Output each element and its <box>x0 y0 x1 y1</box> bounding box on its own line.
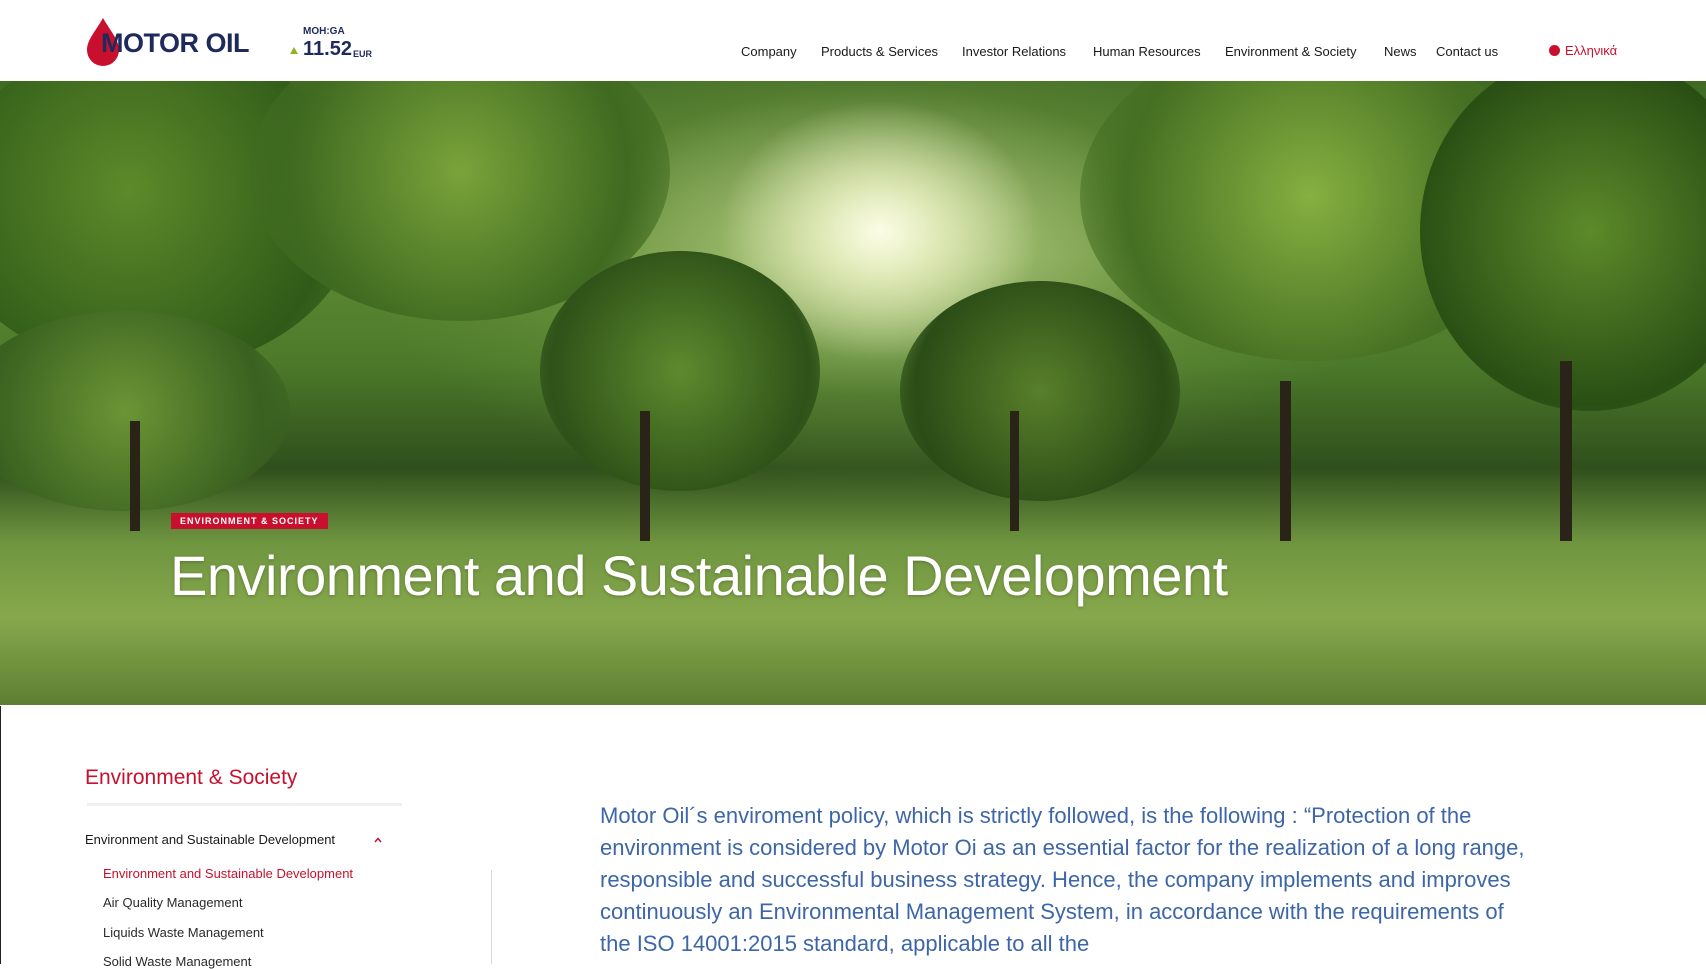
content-divider <box>491 870 492 964</box>
globe-icon <box>1549 45 1560 56</box>
nav-environment-society[interactable]: Environment & Society <box>1225 44 1357 59</box>
site-header: MOTOR OIL MOH:GA 11.52 EUR Company Produ… <box>0 0 1706 81</box>
language-label: Ελληνικά <box>1565 43 1618 58</box>
logo-text: MOTOR OIL <box>101 28 250 58</box>
category-badge[interactable]: ENVIRONMENT & SOCIETY <box>171 513 328 529</box>
nav-company[interactable]: Company <box>741 44 797 59</box>
trend-up-icon <box>290 47 298 54</box>
nav-investor-relations[interactable]: Investor Relations <box>962 44 1066 59</box>
page-title: Environment and Sustainable Development <box>170 544 1228 607</box>
sidebar-subitem-air-quality[interactable]: Air Quality Management <box>103 895 242 910</box>
tree-trunk <box>130 421 140 531</box>
nav-news[interactable]: News <box>1384 44 1417 59</box>
tree-canopy <box>540 251 820 491</box>
tree-canopy <box>900 281 1180 501</box>
sidebar-subitem-solid-waste[interactable]: Solid Waste Management <box>103 954 251 969</box>
nav-contact-us[interactable]: Contact us <box>1436 44 1498 59</box>
sidebar-subitem-liquids-waste[interactable]: Liquids Waste Management <box>103 925 264 940</box>
page-edge-line <box>0 706 1 964</box>
tree-trunk <box>1560 361 1572 541</box>
nav-products-services[interactable]: Products & Services <box>821 44 938 59</box>
stock-symbol: MOH:GA <box>303 26 345 37</box>
motor-oil-logo[interactable]: MOTOR OIL <box>85 18 250 66</box>
stock-currency: EUR <box>353 49 373 59</box>
sidebar-subitem-environment-sustainable-development[interactable]: Environment and Sustainable Development <box>103 866 353 881</box>
language-switch[interactable]: Ελληνικά <box>1549 43 1617 58</box>
sidebar-item-environment-sustainable-development[interactable]: Environment and Sustainable Development <box>85 832 335 847</box>
nav-human-resources[interactable]: Human Resources <box>1093 44 1201 59</box>
stock-price: 11.52 <box>303 38 352 60</box>
sidebar-title[interactable]: Environment & Society <box>85 766 297 790</box>
intro-paragraph: Motor Oil´s enviroment policy, which is … <box>600 803 1525 956</box>
sidebar-divider <box>87 803 402 806</box>
tree-trunk <box>640 411 650 541</box>
tree-trunk <box>1010 411 1019 531</box>
tree-trunk <box>1280 381 1291 541</box>
chevron-up-icon[interactable] <box>374 836 382 844</box>
hero-banner: ENVIRONMENT & SOCIETY Environment and Su… <box>0 81 1706 705</box>
